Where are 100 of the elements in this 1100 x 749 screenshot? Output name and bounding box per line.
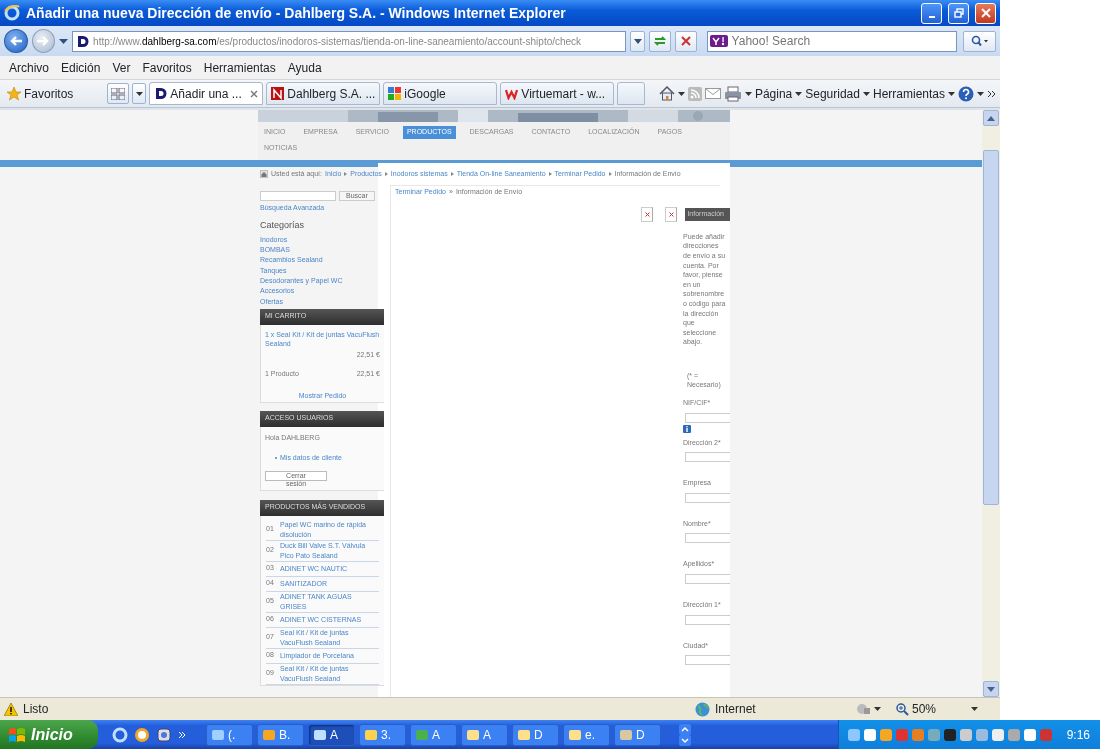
url-text: http://www.dahlberg-sa.com/es/productos/inodoros-sistemas/tienda-on-line-saneamiento/account-shipto/check	[93, 34, 582, 49]
breadcrumb-arrow-icon	[608, 172, 612, 177]
text-input[interactable]	[685, 492, 730, 503]
menu-item[interactable]: Favoritos	[136, 58, 198, 77]
search-field[interactable]	[260, 190, 336, 201]
tray-icon[interactable]	[958, 727, 973, 742]
tab-list-button[interactable]	[132, 83, 147, 104]
taskbar-button[interactable]: 3.	[359, 723, 406, 746]
scroll-down-icon[interactable]	[679, 734, 691, 746]
app-launch-icon[interactable]	[156, 726, 172, 743]
clock-text: 9:16	[1066, 726, 1090, 744]
tray-icon[interactable]	[862, 727, 877, 742]
address-dropdown-button[interactable]	[630, 30, 646, 52]
star-icon	[7, 86, 21, 101]
history-dropdown-icon[interactable]	[59, 38, 69, 44]
tray-icon[interactable]	[1022, 727, 1037, 742]
close-icon[interactable]	[250, 89, 259, 98]
tray-icon[interactable]	[942, 727, 957, 742]
minimize-button[interactable]	[921, 2, 942, 24]
caret-icon[interactable]	[135, 91, 143, 96]
refresh-icon	[653, 35, 668, 47]
breadcrumb-arrow-icon	[384, 172, 388, 177]
text-input[interactable]	[685, 533, 730, 544]
taskbar-button[interactable]: (.	[206, 723, 253, 746]
menu-item[interactable]: Ayuda	[281, 58, 328, 77]
browser-tab[interactable]: Virtuemart - w...	[500, 82, 615, 105]
caret-icon[interactable]	[862, 91, 870, 96]
zoom-button[interactable]: 50%	[896, 700, 966, 718]
app-icon	[466, 727, 480, 742]
menu-item[interactable]: Ver	[106, 58, 137, 77]
caret-icon[interactable]	[677, 91, 685, 96]
app-icon	[313, 727, 327, 742]
address-field[interactable]: http://www.dahlberg-sa.com/es/productos/inodoros-sistemas/tienda-on-line-saneamiento/account-shipto/check	[72, 30, 627, 52]
back-button[interactable]	[4, 29, 28, 53]
help-icon	[958, 85, 974, 102]
down-arrow-icon	[987, 686, 995, 692]
refresh-button[interactable]	[649, 30, 671, 52]
taskbar-button[interactable]: D	[512, 723, 559, 746]
mail-button[interactable]	[704, 88, 721, 99]
browser-tab[interactable]: Añadir una ...	[149, 82, 264, 105]
menu-item[interactable]: Edición	[55, 58, 107, 77]
broken-image-icon	[641, 206, 654, 222]
caret-icon[interactable]	[744, 91, 752, 96]
close-icon	[980, 8, 991, 18]
menu-item[interactable]: Herramientas	[197, 58, 282, 77]
text-input[interactable]	[685, 614, 730, 625]
protected-mode-button[interactable]	[855, 702, 881, 716]
browser-tab[interactable]: Dahlberg S.A. ...	[266, 82, 381, 105]
toolbar-menu-button[interactable]: Seguridad	[805, 84, 870, 103]
home-icon	[260, 170, 268, 179]
scrollbar[interactable]	[982, 110, 1000, 697]
app-icon	[262, 727, 276, 742]
text-input[interactable]	[685, 452, 730, 463]
maximize-button[interactable]	[948, 2, 969, 24]
scrollbar-thumb[interactable]	[983, 150, 999, 505]
chevron-icon[interactable]	[987, 89, 996, 98]
home-button[interactable]	[658, 86, 685, 101]
taskbar-button[interactable]: A	[410, 723, 457, 746]
caret-icon[interactable]	[977, 91, 984, 96]
print-button[interactable]	[723, 85, 752, 102]
scroll-down-button[interactable]	[983, 681, 999, 697]
back-arrow-icon	[8, 35, 23, 47]
restore-icon	[953, 8, 964, 18]
start-button[interactable]: Inicio	[0, 720, 98, 749]
menu-item[interactable]: Archivo	[3, 58, 55, 77]
breadcrumb-arrow-icon	[548, 172, 552, 177]
favorites-button[interactable]: Favoritos	[4, 84, 77, 103]
taskbar-button[interactable]: D	[614, 723, 661, 746]
search-button[interactable]	[962, 30, 997, 52]
tab-favicon-icon	[388, 87, 402, 100]
breadcrumb-arrow-icon	[450, 172, 454, 177]
tray-icon[interactable]	[846, 727, 861, 742]
tray-icon[interactable]	[990, 727, 1005, 742]
tab-favicon-icon	[505, 87, 519, 100]
scroll-up-icon[interactable]	[679, 723, 691, 735]
close-button[interactable]	[975, 2, 996, 24]
toolbar-menu-button[interactable]: Página	[754, 84, 803, 103]
app-icon	[415, 727, 429, 742]
scroll-up-button[interactable]	[983, 110, 999, 126]
toolbar-menu-button[interactable]: Herramientas	[872, 84, 955, 103]
section-heading: Categorías	[260, 219, 306, 231]
zoom-dropdown-button[interactable]	[971, 707, 978, 711]
taskbar-button[interactable]: A	[308, 723, 355, 746]
browser-tab[interactable]: iGoogle	[383, 82, 498, 105]
caret-icon[interactable]	[874, 707, 881, 711]
stop-button[interactable]	[674, 30, 697, 52]
taskbar-button[interactable]: e.	[563, 723, 610, 746]
caret-icon[interactable]	[795, 91, 803, 96]
search-field[interactable]: Yahoo! Search	[706, 30, 957, 52]
text-input[interactable]	[685, 655, 730, 666]
text-input[interactable]	[685, 412, 730, 423]
browser-launch-icon[interactable]	[112, 726, 128, 743]
status-text: Listo	[23, 701, 49, 718]
taskbar-button[interactable]: B.	[257, 723, 304, 746]
app-icon	[364, 727, 378, 742]
messenger-launch-icon[interactable]	[134, 726, 150, 743]
taskbar-button[interactable]: A	[461, 723, 508, 746]
text-input[interactable]	[685, 574, 730, 585]
caret-icon[interactable]	[948, 91, 955, 96]
help-button[interactable]	[958, 85, 984, 102]
